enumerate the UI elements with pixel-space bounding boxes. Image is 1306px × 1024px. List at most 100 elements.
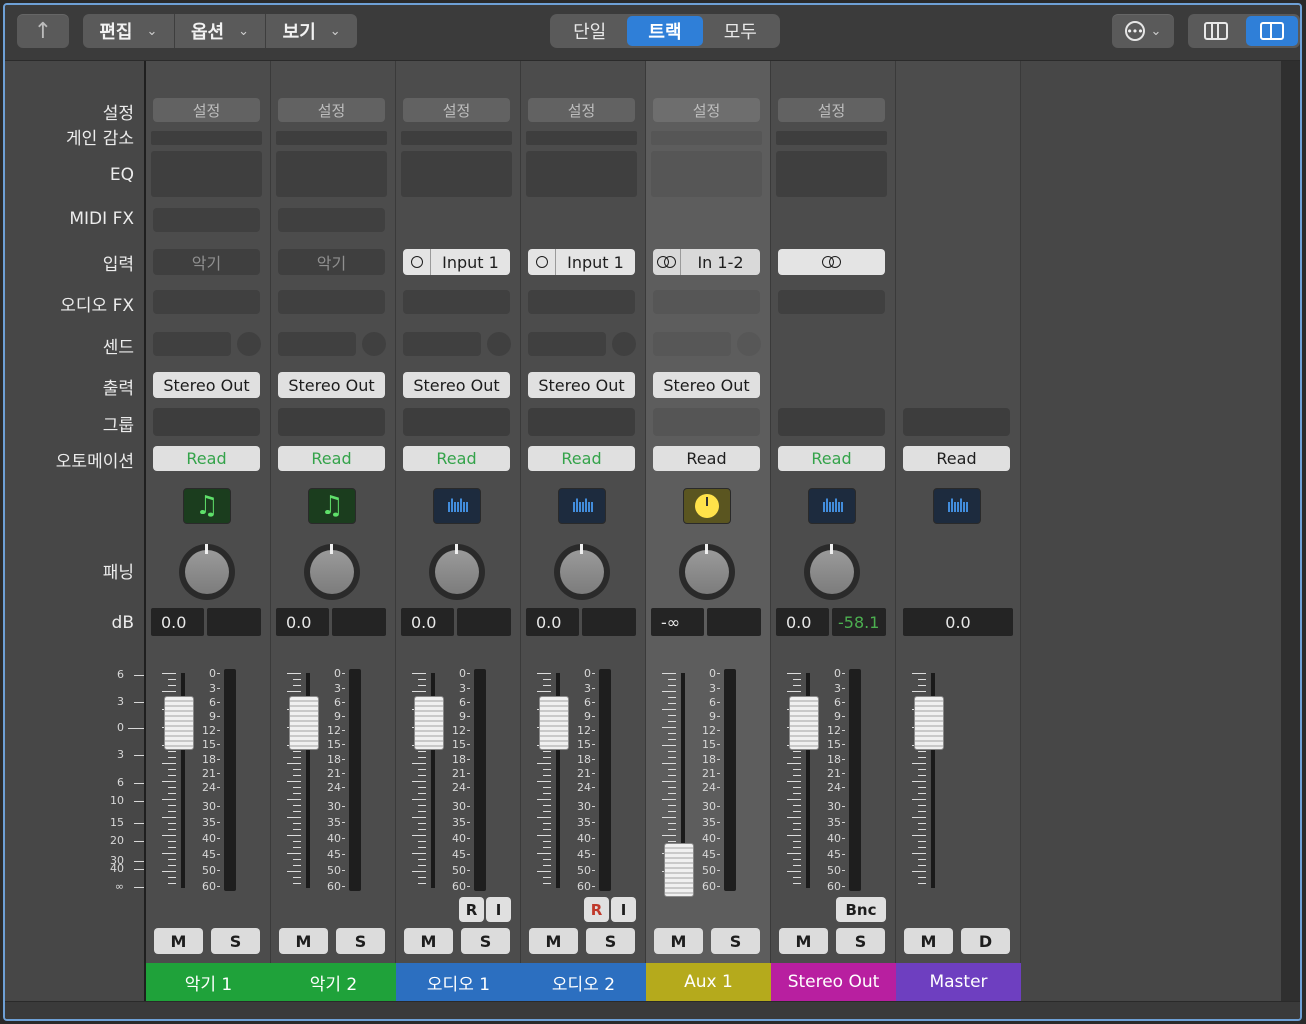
input-slot[interactable]: [778, 249, 885, 275]
track-name[interactable]: 오디오 1: [396, 963, 521, 1001]
send-slot[interactable]: [653, 332, 731, 356]
group-slot[interactable]: [403, 408, 510, 436]
eq-display[interactable]: [276, 151, 387, 197]
pan-knob[interactable]: [554, 544, 610, 600]
setting-button[interactable]: 설정: [153, 98, 260, 122]
group-slot[interactable]: [528, 408, 635, 436]
audio-fx-slot[interactable]: [278, 290, 385, 314]
setting-button[interactable]: 설정: [278, 98, 385, 122]
vertical-scrollbar[interactable]: [1281, 61, 1300, 1001]
volume-readout[interactable]: 0.0: [276, 608, 329, 636]
waveform-icon[interactable]: ılıılıı: [808, 488, 856, 524]
send-knob[interactable]: [612, 332, 636, 356]
track-name[interactable]: Aux 1: [646, 963, 771, 1001]
automation-button[interactable]: Read: [903, 446, 1010, 471]
group-slot[interactable]: [653, 408, 760, 436]
track-name[interactable]: 악기 2: [271, 963, 396, 1001]
send-knob[interactable]: [487, 332, 511, 356]
send-knob[interactable]: [737, 332, 761, 356]
pan-knob[interactable]: [304, 544, 360, 600]
group-slot[interactable]: [903, 408, 1010, 436]
waveform-icon[interactable]: ılıılıı: [933, 488, 981, 524]
output-slot[interactable]: Stereo Out: [653, 372, 760, 398]
volume-fader[interactable]: [289, 696, 319, 750]
music-note-icon[interactable]: ♫: [308, 488, 356, 524]
automation-button[interactable]: Read: [653, 446, 760, 471]
tab-single[interactable]: 단일: [552, 16, 627, 46]
volume-fader[interactable]: [914, 696, 944, 750]
narrow-layout-button[interactable]: [1246, 16, 1298, 46]
automation-button[interactable]: Read: [278, 446, 385, 471]
input-slot[interactable]: Input 1: [528, 249, 635, 275]
pan-knob[interactable]: [429, 544, 485, 600]
waveform-icon[interactable]: ılıılıı: [558, 488, 606, 524]
audio-fx-slot[interactable]: [403, 290, 510, 314]
solo-button[interactable]: S: [711, 928, 760, 954]
music-note-icon[interactable]: ♫: [183, 488, 231, 524]
output-slot[interactable]: Stereo Out: [403, 372, 510, 398]
group-slot[interactable]: [278, 408, 385, 436]
audio-fx-slot[interactable]: [153, 290, 260, 314]
solo-button[interactable]: S: [211, 928, 260, 954]
tab-tracks[interactable]: 트랙: [627, 16, 703, 46]
eq-display[interactable]: [526, 151, 637, 197]
volume-readout[interactable]: 0.0: [903, 608, 1013, 636]
setting-button[interactable]: 설정: [653, 98, 760, 122]
mute-button[interactable]: M: [154, 928, 203, 954]
menu-view[interactable]: 보기 ⌄: [266, 14, 357, 48]
record-enable-button[interactable]: R: [584, 897, 609, 922]
pan-knob[interactable]: [179, 544, 235, 600]
track-name[interactable]: 오디오 2: [521, 963, 646, 1001]
pan-knob[interactable]: [679, 544, 735, 600]
input-slot[interactable]: Input 1: [403, 249, 510, 275]
setting-button[interactable]: 설정: [528, 98, 635, 122]
input-monitor-button[interactable]: I: [486, 897, 511, 922]
pan-knob[interactable]: [804, 544, 860, 600]
mute-button[interactable]: M: [529, 928, 578, 954]
output-slot[interactable]: Stereo Out: [153, 372, 260, 398]
automation-button[interactable]: Read: [778, 446, 885, 471]
send-slot[interactable]: [403, 332, 481, 356]
send-knob[interactable]: [362, 332, 386, 356]
volume-readout[interactable]: 0.0: [151, 608, 204, 636]
up-arrow-button[interactable]: ↑: [17, 14, 69, 48]
menu-options[interactable]: 옵션 ⌄: [175, 14, 267, 48]
waveform-icon[interactable]: ılıılıı: [433, 488, 481, 524]
solo-button[interactable]: S: [836, 928, 885, 954]
volume-fader[interactable]: [789, 696, 819, 750]
track-name[interactable]: Stereo Out: [771, 963, 896, 1001]
group-slot[interactable]: [153, 408, 260, 436]
automation-button[interactable]: Read: [403, 446, 510, 471]
input-slot[interactable]: In 1-2: [653, 249, 760, 275]
mute-button[interactable]: M: [279, 928, 328, 954]
eq-display[interactable]: [151, 151, 262, 197]
solo-button[interactable]: S: [336, 928, 385, 954]
send-slot[interactable]: [528, 332, 606, 356]
volume-readout[interactable]: 0.0: [526, 608, 579, 636]
setting-button[interactable]: 설정: [778, 98, 885, 122]
eq-display[interactable]: [651, 151, 762, 197]
mute-button[interactable]: M: [904, 928, 953, 954]
send-knob[interactable]: [237, 332, 261, 356]
aux-icon[interactable]: [683, 488, 731, 524]
volume-readout[interactable]: 0.0: [401, 608, 454, 636]
midi-fx-slot[interactable]: [153, 208, 260, 232]
tab-all[interactable]: 모두: [703, 16, 778, 46]
volume-fader[interactable]: [414, 696, 444, 750]
output-slot[interactable]: Stereo Out: [528, 372, 635, 398]
send-slot[interactable]: [153, 332, 231, 356]
output-slot[interactable]: Stereo Out: [278, 372, 385, 398]
send-slot[interactable]: [278, 332, 356, 356]
input-monitor-button[interactable]: I: [611, 897, 636, 922]
wide-layout-button[interactable]: [1190, 16, 1242, 46]
volume-fader[interactable]: [164, 696, 194, 750]
eq-display[interactable]: [776, 151, 887, 197]
input-slot[interactable]: 악기: [153, 249, 260, 275]
setting-button[interactable]: 설정: [403, 98, 510, 122]
mute-button[interactable]: M: [404, 928, 453, 954]
mute-button[interactable]: M: [779, 928, 828, 954]
dim-button[interactable]: D: [961, 928, 1010, 954]
horizontal-scrollbar[interactable]: [5, 1001, 1300, 1019]
audio-fx-slot[interactable]: [778, 290, 885, 314]
volume-fader[interactable]: [664, 843, 694, 897]
